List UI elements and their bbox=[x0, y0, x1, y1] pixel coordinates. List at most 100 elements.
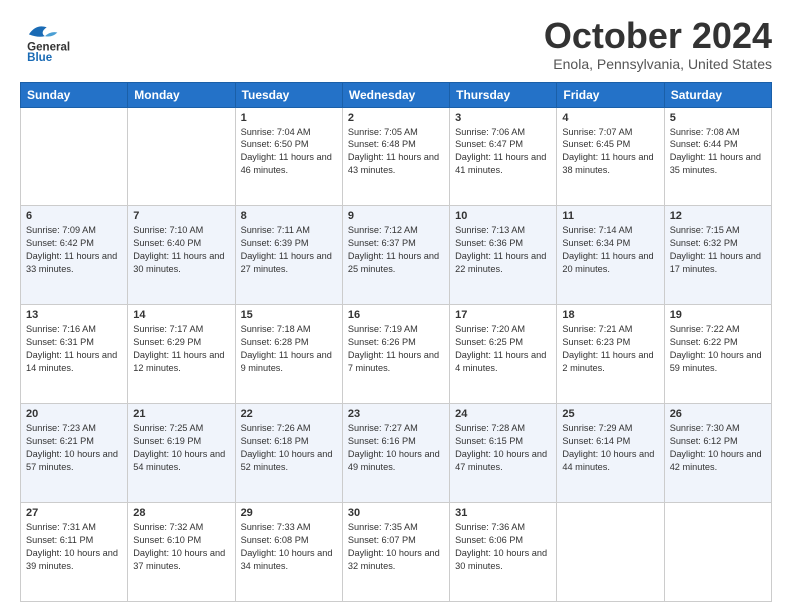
calendar-header: Sunday Monday Tuesday Wednesday Thursday… bbox=[21, 82, 772, 107]
calendar-cell: 29Sunrise: 7:33 AMSunset: 6:08 PMDayligh… bbox=[235, 503, 342, 602]
day-info: Sunrise: 7:11 AMSunset: 6:39 PMDaylight:… bbox=[241, 224, 337, 276]
calendar-cell: 24Sunrise: 7:28 AMSunset: 6:15 PMDayligh… bbox=[450, 404, 557, 503]
day-info: Sunrise: 7:16 AMSunset: 6:31 PMDaylight:… bbox=[26, 323, 122, 375]
day-number: 4 bbox=[562, 112, 658, 124]
calendar-week-1: 1Sunrise: 7:04 AMSunset: 6:50 PMDaylight… bbox=[21, 107, 772, 206]
calendar-cell: 4 Sunrise: 7:07 AMSunset: 6:45 PMDaylight… bbox=[557, 107, 664, 206]
calendar-cell: 31 Sunrise: 7:36 AMSunset: 6:06 PMDayligh… bbox=[450, 503, 557, 602]
weekday-row: Sunday Monday Tuesday Wednesday Thursday… bbox=[21, 82, 772, 107]
calendar-cell: 9 Sunrise: 7:12 AMSunset: 6:37 PMDaylight… bbox=[342, 206, 449, 305]
logo: General Blue bbox=[20, 16, 100, 66]
day-info: Sunrise: 7:35 AMSunset: 6:07 PMDaylight:… bbox=[348, 521, 444, 573]
day-info: Sunrise: 7:32 AMSunset: 6:10 PMDaylight:… bbox=[133, 521, 229, 573]
day-info: Sunrise: 7:21 AMSunset: 6:23 PMDaylight:… bbox=[562, 323, 658, 375]
calendar-cell: 2 Sunrise: 7:05 AMSunset: 6:48 PMDaylight… bbox=[342, 107, 449, 206]
day-number: 16 bbox=[348, 309, 444, 321]
header-monday: Monday bbox=[128, 82, 235, 107]
day-number: 11 bbox=[562, 210, 658, 222]
calendar-cell: 21Sunrise: 7:25 AMSunset: 6:19 PMDayligh… bbox=[128, 404, 235, 503]
header-tuesday: Tuesday bbox=[235, 82, 342, 107]
header-friday: Friday bbox=[557, 82, 664, 107]
day-info: Sunrise: 7:05 AMSunset: 6:48 PMDaylight:… bbox=[348, 126, 444, 178]
calendar-cell bbox=[128, 107, 235, 206]
header-sunday: Sunday bbox=[21, 82, 128, 107]
calendar-cell: 12 Sunrise: 7:15 AMSunset: 6:32 PMDayligh… bbox=[664, 206, 771, 305]
calendar-cell bbox=[21, 107, 128, 206]
calendar-cell: 6 Sunrise: 7:09 AMSunset: 6:42 PMDaylight… bbox=[21, 206, 128, 305]
day-info: Sunrise: 7:27 AMSunset: 6:16 PMDaylight:… bbox=[348, 422, 444, 474]
calendar-cell: 19Sunrise: 7:22 AMSunset: 6:22 PMDayligh… bbox=[664, 305, 771, 404]
calendar-cell: 27Sunrise: 7:31 AMSunset: 6:11 PMDayligh… bbox=[21, 503, 128, 602]
month-title: October 2024 bbox=[544, 16, 772, 56]
calendar-cell: 13 Sunrise: 7:16 AMSunset: 6:31 PMDayligh… bbox=[21, 305, 128, 404]
calendar-cell: 8 Sunrise: 7:11 AMSunset: 6:39 PMDaylight… bbox=[235, 206, 342, 305]
calendar-cell: 26 Sunrise: 7:30 AMSunset: 6:12 PMDayligh… bbox=[664, 404, 771, 503]
calendar-cell: 18 Sunrise: 7:21 AMSunset: 6:23 PMDayligh… bbox=[557, 305, 664, 404]
header-wednesday: Wednesday bbox=[342, 82, 449, 107]
svg-text:Blue: Blue bbox=[27, 52, 53, 64]
page: General Blue October 2024 Enola, Pennsyl… bbox=[0, 0, 792, 612]
day-info: Sunrise: 7:20 AMSunset: 6:25 PMDaylight:… bbox=[455, 323, 551, 375]
day-info: Sunrise: 7:19 AMSunset: 6:26 PMDaylight:… bbox=[348, 323, 444, 375]
day-number: 5 bbox=[670, 112, 766, 124]
day-info: Sunrise: 7:08 AMSunset: 6:44 PMDaylight:… bbox=[670, 126, 766, 178]
day-number: 7 bbox=[133, 210, 229, 222]
calendar-body: 1Sunrise: 7:04 AMSunset: 6:50 PMDaylight… bbox=[21, 107, 772, 601]
day-number: 26 bbox=[670, 408, 766, 420]
day-number: 28 bbox=[133, 507, 229, 519]
calendar-cell: 1Sunrise: 7:04 AMSunset: 6:50 PMDaylight… bbox=[235, 107, 342, 206]
calendar-cell: 30Sunrise: 7:35 AMSunset: 6:07 PMDayligh… bbox=[342, 503, 449, 602]
day-number: 12 bbox=[670, 210, 766, 222]
calendar-cell: 23Sunrise: 7:27 AMSunset: 6:16 PMDayligh… bbox=[342, 404, 449, 503]
calendar-cell: 25Sunrise: 7:29 AMSunset: 6:14 PMDayligh… bbox=[557, 404, 664, 503]
day-info: Sunrise: 7:12 AMSunset: 6:37 PMDaylight:… bbox=[348, 224, 444, 276]
day-number: 29 bbox=[241, 507, 337, 519]
day-info: Sunrise: 7:14 AMSunset: 6:34 PMDaylight:… bbox=[562, 224, 658, 276]
calendar-cell: 7 Sunrise: 7:10 AMSunset: 6:40 PMDaylight… bbox=[128, 206, 235, 305]
day-info: Sunrise: 7:09 AMSunset: 6:42 PMDaylight:… bbox=[26, 224, 122, 276]
day-number: 8 bbox=[241, 210, 337, 222]
day-info: Sunrise: 7:15 AMSunset: 6:32 PMDaylight:… bbox=[670, 224, 766, 276]
calendar-cell: 14 Sunrise: 7:17 AMSunset: 6:29 PMDayligh… bbox=[128, 305, 235, 404]
header-thursday: Thursday bbox=[450, 82, 557, 107]
day-number: 27 bbox=[26, 507, 122, 519]
calendar-week-2: 6 Sunrise: 7:09 AMSunset: 6:42 PMDaylight… bbox=[21, 206, 772, 305]
calendar-cell: 5 Sunrise: 7:08 AMSunset: 6:44 PMDaylight… bbox=[664, 107, 771, 206]
day-info: Sunrise: 7:23 AMSunset: 6:21 PMDaylight:… bbox=[26, 422, 122, 474]
day-info: Sunrise: 7:06 AMSunset: 6:47 PMDaylight:… bbox=[455, 126, 551, 178]
day-info: Sunrise: 7:17 AMSunset: 6:29 PMDaylight:… bbox=[133, 323, 229, 375]
day-number: 6 bbox=[26, 210, 122, 222]
calendar-cell: 22 Sunrise: 7:26 AMSunset: 6:18 PMDayligh… bbox=[235, 404, 342, 503]
day-number: 22 bbox=[241, 408, 337, 420]
title-section: October 2024 Enola, Pennsylvania, United… bbox=[544, 16, 772, 72]
day-info: Sunrise: 7:30 AMSunset: 6:12 PMDaylight:… bbox=[670, 422, 766, 474]
day-info: Sunrise: 7:26 AMSunset: 6:18 PMDaylight:… bbox=[241, 422, 337, 474]
calendar-cell: 15 Sunrise: 7:18 AMSunset: 6:28 PMDayligh… bbox=[235, 305, 342, 404]
day-info: Sunrise: 7:07 AMSunset: 6:45 PMDaylight:… bbox=[562, 126, 658, 178]
header-saturday: Saturday bbox=[664, 82, 771, 107]
location: Enola, Pennsylvania, United States bbox=[544, 56, 772, 72]
day-number: 14 bbox=[133, 309, 229, 321]
calendar-week-4: 20Sunrise: 7:23 AMSunset: 6:21 PMDayligh… bbox=[21, 404, 772, 503]
day-info: Sunrise: 7:18 AMSunset: 6:28 PMDaylight:… bbox=[241, 323, 337, 375]
day-number: 9 bbox=[348, 210, 444, 222]
calendar-cell: 28 Sunrise: 7:32 AMSunset: 6:10 PMDayligh… bbox=[128, 503, 235, 602]
day-number: 13 bbox=[26, 309, 122, 321]
calendar-week-3: 13 Sunrise: 7:16 AMSunset: 6:31 PMDayligh… bbox=[21, 305, 772, 404]
day-number: 19 bbox=[670, 309, 766, 321]
logo-svg: General Blue bbox=[20, 16, 100, 66]
calendar-cell bbox=[664, 503, 771, 602]
day-number: 3 bbox=[455, 112, 551, 124]
calendar-cell: 20Sunrise: 7:23 AMSunset: 6:21 PMDayligh… bbox=[21, 404, 128, 503]
day-number: 2 bbox=[348, 112, 444, 124]
day-number: 15 bbox=[241, 309, 337, 321]
day-number: 1 bbox=[241, 112, 337, 124]
day-info: Sunrise: 7:10 AMSunset: 6:40 PMDaylight:… bbox=[133, 224, 229, 276]
day-number: 21 bbox=[133, 408, 229, 420]
calendar-cell bbox=[557, 503, 664, 602]
day-number: 31 bbox=[455, 507, 551, 519]
day-info: Sunrise: 7:36 AMSunset: 6:06 PMDaylight:… bbox=[455, 521, 551, 573]
day-info: Sunrise: 7:28 AMSunset: 6:15 PMDaylight:… bbox=[455, 422, 551, 474]
day-number: 18 bbox=[562, 309, 658, 321]
calendar-week-5: 27Sunrise: 7:31 AMSunset: 6:11 PMDayligh… bbox=[21, 503, 772, 602]
